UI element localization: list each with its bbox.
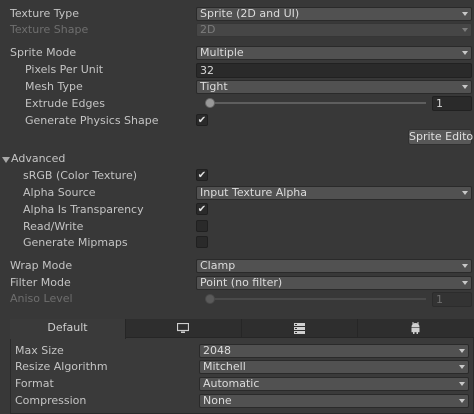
platform-tab-bar: Default xyxy=(10,319,474,339)
read-write-checkbox[interactable] xyxy=(196,220,208,232)
texture-type-value: Sprite (2D and UI) xyxy=(200,7,300,20)
texture-shape-value: 2D xyxy=(200,23,216,36)
sprite-mode-dropdown[interactable]: Multiple xyxy=(196,46,472,60)
wrap-mode-value: Clamp xyxy=(200,259,236,272)
max-size-dropdown[interactable]: 2048 xyxy=(199,344,469,358)
tab-android[interactable] xyxy=(358,319,474,338)
alpha-source-dropdown[interactable]: Input Texture Alpha xyxy=(196,186,472,200)
pixels-per-unit-field[interactable]: 32 xyxy=(196,63,472,78)
chevron-down-icon xyxy=(462,12,468,16)
wrap-mode-dropdown[interactable]: Clamp xyxy=(196,259,472,273)
chevron-down-icon xyxy=(459,382,465,386)
chevron-down-icon xyxy=(459,365,465,369)
tab-server[interactable] xyxy=(242,319,358,338)
format-dropdown[interactable]: Automatic xyxy=(199,377,469,391)
filter-mode-dropdown[interactable]: Point (no filter) xyxy=(196,276,472,290)
texture-shape-dropdown: 2D xyxy=(196,23,472,37)
read-write-label: Read/Write xyxy=(23,220,84,233)
compression-value: None xyxy=(203,394,232,407)
mesh-type-value: Tight xyxy=(200,80,228,93)
extrude-edges-slider-track[interactable] xyxy=(206,102,426,104)
alpha-source-value: Input Texture Alpha xyxy=(200,186,308,199)
aniso-level-slider-thumb xyxy=(205,294,216,304)
extrude-edges-field[interactable]: 1 xyxy=(432,96,472,111)
resize-algorithm-label: Resize Algorithm xyxy=(15,360,108,373)
sprite-mode-value: Multiple xyxy=(200,46,244,59)
aniso-level-slider-track xyxy=(206,298,426,300)
format-label: Format xyxy=(15,377,54,390)
monitor-icon xyxy=(177,323,189,333)
android-icon xyxy=(411,322,420,334)
aniso-level-field: 1 xyxy=(432,292,472,307)
srgb-label: sRGB (Color Texture) xyxy=(23,169,138,182)
resize-algorithm-value: Mitchell xyxy=(203,360,246,373)
alpha-is-transparency-label: Alpha Is Transparency xyxy=(23,203,144,216)
format-value: Automatic xyxy=(203,377,260,390)
mesh-type-label: Mesh Type xyxy=(25,80,83,93)
wrap-mode-label: Wrap Mode xyxy=(10,259,73,272)
chevron-down-icon xyxy=(462,28,468,32)
foldout-arrow-icon[interactable] xyxy=(2,157,10,163)
extrude-edges-slider-thumb[interactable] xyxy=(205,98,216,108)
texture-shape-label: Texture Shape xyxy=(10,23,89,36)
aniso-level-label: Aniso Level xyxy=(10,292,73,305)
generate-physics-shape-checkbox[interactable]: ✔ xyxy=(196,114,208,126)
mesh-type-dropdown[interactable]: Tight xyxy=(196,80,472,94)
filter-mode-value: Point (no filter) xyxy=(200,276,283,289)
chevron-down-icon xyxy=(459,349,465,353)
generate-physics-shape-label: Generate Physics Shape xyxy=(25,114,159,127)
chevron-down-icon xyxy=(459,399,465,403)
compression-label: Compression xyxy=(15,394,87,407)
tab-standalone[interactable] xyxy=(126,319,242,338)
filter-mode-label: Filter Mode xyxy=(10,276,71,289)
texture-type-label: Texture Type xyxy=(10,7,80,20)
sprite-mode-label: Sprite Mode xyxy=(10,46,77,59)
resize-algorithm-dropdown[interactable]: Mitchell xyxy=(199,360,469,374)
srgb-checkbox[interactable]: ✔ xyxy=(196,169,208,181)
alpha-source-label: Alpha Source xyxy=(23,186,96,199)
server-icon xyxy=(294,323,305,334)
tab-default[interactable]: Default xyxy=(10,319,126,339)
alpha-is-transparency-checkbox[interactable]: ✔ xyxy=(196,203,208,215)
max-size-value: 2048 xyxy=(203,344,231,357)
chevron-down-icon xyxy=(462,51,468,55)
max-size-label: Max Size xyxy=(15,344,64,357)
chevron-down-icon xyxy=(462,85,468,89)
chevron-down-icon xyxy=(462,191,468,195)
texture-type-dropdown[interactable]: Sprite (2D and UI) xyxy=(196,7,472,21)
advanced-foldout-label[interactable]: Advanced xyxy=(11,152,65,166)
extrude-edges-label: Extrude Edges xyxy=(25,97,105,110)
chevron-down-icon xyxy=(462,264,468,268)
pixels-per-unit-label: Pixels Per Unit xyxy=(25,63,104,76)
generate-mipmaps-label: Generate Mipmaps xyxy=(23,236,128,249)
generate-mipmaps-checkbox[interactable] xyxy=(196,236,208,248)
compression-dropdown[interactable]: None xyxy=(199,394,469,408)
sprite-editor-button[interactable]: Sprite Editor xyxy=(408,129,474,145)
chevron-down-icon xyxy=(462,281,468,285)
